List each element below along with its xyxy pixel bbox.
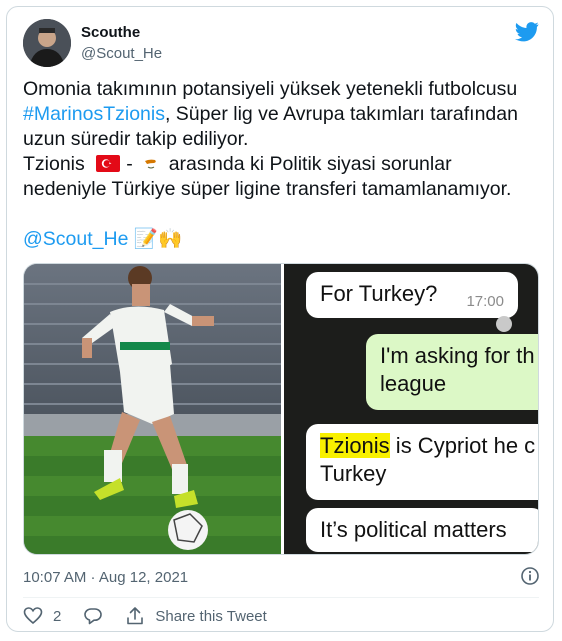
turkey-flag-icon — [96, 154, 121, 172]
heart-icon — [23, 607, 43, 625]
author-avatar[interactable] — [23, 19, 71, 67]
like-button[interactable]: 2 — [23, 606, 61, 626]
divider — [23, 597, 539, 598]
tweet-line-mention: @Scout_He 📝🙌 — [23, 227, 543, 252]
tweet-text: Omonia takımının potansiyeli yüksek yete… — [23, 77, 543, 252]
tweet-actions: 2 Share this Tweet — [23, 603, 289, 629]
tweet-line-5: nedeniyle Türkiye süper ligine transferi… — [23, 178, 512, 200]
share-label: Share this Tweet — [155, 607, 267, 625]
chat-screenshot[interactable]: For Turkey? 17:00 I'm asking for th leag… — [284, 264, 538, 554]
chat-highlight: Tzionis — [320, 433, 390, 458]
tweet-line-1: Omonia takımının potansiyeli yüksek yete… — [23, 78, 518, 100]
chat-message-in: For Turkey? 17:00 — [306, 272, 518, 318]
info-icon[interactable] — [521, 567, 539, 585]
mention-link[interactable]: @Scout_He — [23, 228, 128, 250]
chat-read-indicator — [496, 316, 512, 332]
chat-msg4-text: It’s political matters — [320, 517, 507, 542]
tweet-line-4-end: arasında ki Politik siyasi sorunlar — [168, 153, 452, 175]
tweet-line-3: uzun süredir takip ediliyor. — [23, 128, 249, 150]
reply-icon — [84, 608, 103, 625]
chat-message-out: I'm asking for th league — [366, 334, 538, 410]
share-button[interactable]: Share this Tweet — [125, 606, 267, 626]
tweet-media[interactable]: For Turkey? 17:00 I'm asking for th leag… — [23, 263, 539, 555]
hashtag-link[interactable]: #MarinosTzionis — [23, 103, 165, 125]
tweet-line-2-rest: , Süper lig ve Avrupa takımları tarafınd… — [164, 103, 518, 125]
player-photo[interactable] — [24, 264, 281, 554]
tweet-line-4: Tzionis - arasında ki Politik siyasi soru… — [23, 152, 543, 177]
chat-msg1-text: For Turkey? — [320, 281, 438, 306]
chat-message-in: It’s political matters — [306, 508, 538, 552]
chat-msg2-line2: league — [380, 371, 447, 396]
chat-message-in: Tzionis is Cypriot he c Turkey — [306, 424, 538, 500]
chat-msg1-time: 17:00 — [466, 293, 504, 310]
tweet-line-4-dash: - — [126, 153, 133, 175]
author-name[interactable]: Scouthe — [81, 24, 140, 41]
tweet-line-4-start: Tzionis — [23, 153, 85, 175]
tweet-card: Scouthe @Scout_He Omonia takımının potan… — [6, 6, 554, 632]
tweet-emojis: 📝🙌 — [133, 228, 183, 250]
tweet-line-2: #MarinosTzionis, Süper lig ve Avrupa tak… — [23, 102, 543, 127]
share-icon — [127, 607, 144, 625]
tweet-timestamp[interactable]: 10:07 AM · Aug 12, 2021 — [23, 569, 188, 586]
reply-button[interactable] — [83, 606, 103, 626]
chat-msg2-line1: I'm asking for th — [380, 343, 535, 368]
chat-msg3-rest: is Cypriot he c — [389, 433, 536, 458]
chat-msg3-line2: Turkey — [320, 461, 387, 486]
cyprus-flag-icon — [138, 154, 163, 172]
author-handle[interactable]: @Scout_He — [81, 45, 162, 62]
like-count: 2 — [53, 607, 62, 625]
twitter-bird-icon[interactable] — [515, 22, 539, 42]
chat-msg3-line1: Tzionis is Cypriot he c — [320, 432, 538, 460]
